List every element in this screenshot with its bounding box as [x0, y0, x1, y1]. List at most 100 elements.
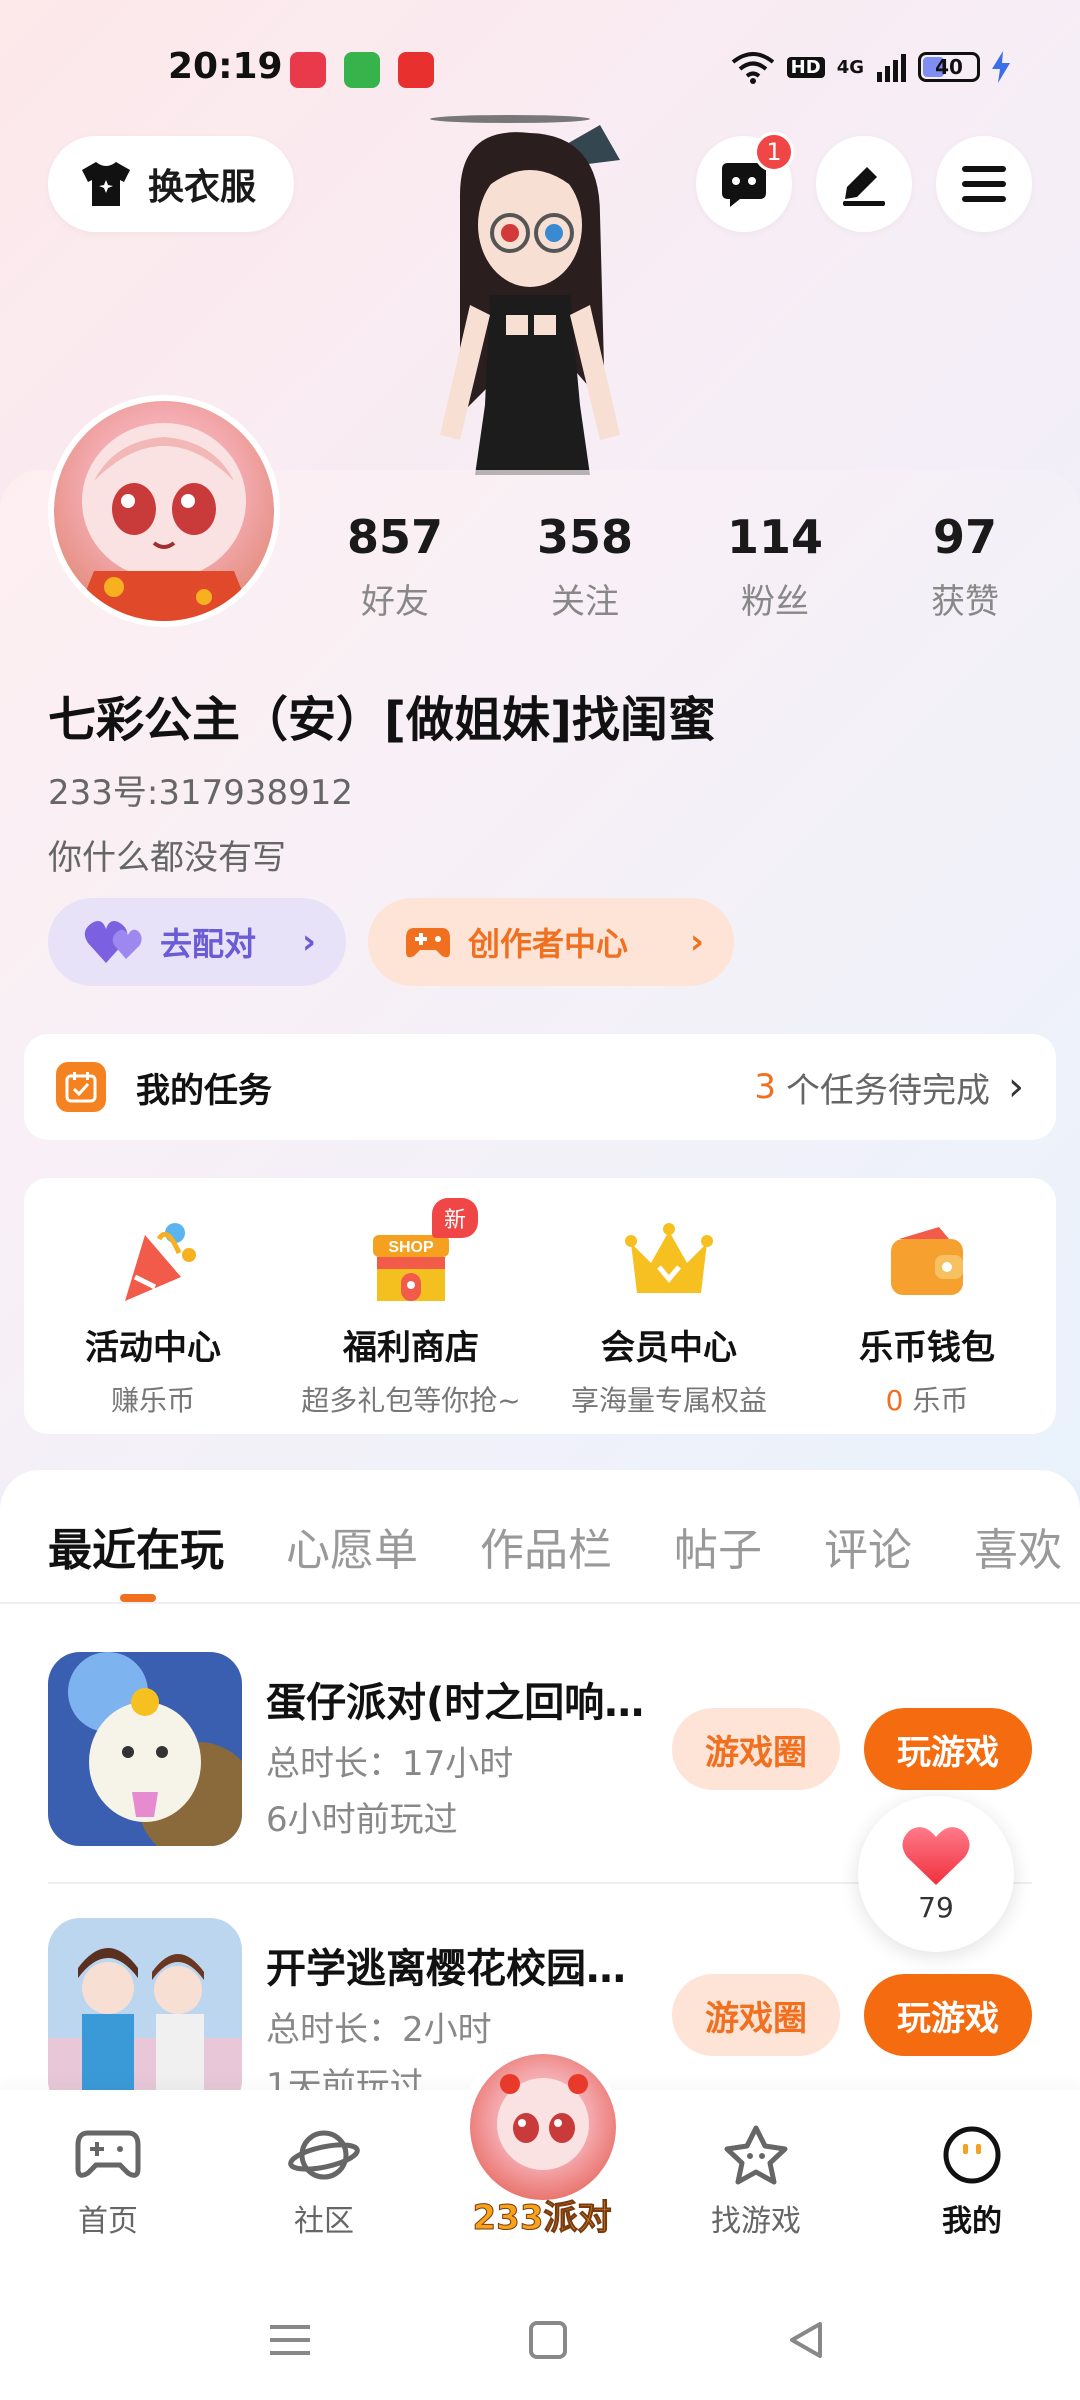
chevron-right-icon: › — [689, 922, 704, 962]
crown-icon — [625, 1223, 713, 1293]
planet-icon — [288, 2130, 360, 2180]
stat-label: 获赞 — [931, 582, 999, 622]
tasks-title: 我的任务 — [136, 1070, 272, 1111]
network-type: 4G — [836, 56, 864, 78]
avatar-3d-figure[interactable] — [420, 105, 660, 475]
menu-button[interactable] — [936, 136, 1032, 232]
stat-label: 粉丝 — [741, 582, 809, 622]
coin-wallet[interactable]: 乐币钱包 0 乐币 — [798, 1178, 1056, 1434]
stat-value: 114 — [726, 510, 824, 564]
new-badge: 新 — [432, 1198, 479, 1238]
nav-find-game[interactable]: 找游戏 — [686, 2120, 826, 2240]
bio: 你什么都没有写 — [48, 838, 286, 878]
divider — [0, 1602, 1080, 1604]
nav-mine[interactable]: 我的 — [902, 2120, 1042, 2240]
battery-text: 40 — [935, 55, 963, 79]
like-count: 79 — [918, 1890, 954, 1924]
feature-title: 会员中心 — [601, 1328, 737, 1368]
tab-recent[interactable]: 最近在玩 — [48, 1514, 224, 1578]
charging-icon — [992, 51, 1010, 83]
wallet-icon — [891, 1227, 963, 1295]
recents-button[interactable] — [260, 2310, 320, 2370]
status-time: 20:19 — [168, 46, 283, 87]
feature-title: 活动中心 — [85, 1328, 221, 1368]
game-circle-button[interactable]: 游戏圈 — [672, 1708, 840, 1790]
stat-value: 97 — [932, 510, 997, 564]
tasks-suffix: 个任务待完成 — [786, 1070, 990, 1111]
feature-sub: 赚乐币 — [110, 1384, 195, 1417]
outfit-button-label: 换衣服 — [148, 167, 257, 208]
stat-label: 关注 — [551, 582, 619, 622]
stat-value: 857 — [346, 510, 444, 564]
stat-following[interactable]: 358 关注 — [490, 510, 680, 623]
home-button[interactable] — [518, 2310, 578, 2370]
tab-likes[interactable]: 喜欢 — [974, 1514, 1062, 1578]
back-triangle-icon — [790, 2322, 822, 2358]
gamepad-icon — [406, 928, 450, 958]
stat-friends[interactable]: 857 好友 — [300, 510, 490, 623]
coin-unit: 乐币 — [903, 1384, 969, 1417]
play-game-button[interactable]: 玩游戏 — [864, 1974, 1032, 2056]
stat-value: 358 — [536, 510, 634, 564]
game-title: 开学逃离樱花校园… — [266, 1946, 626, 1992]
feature-sub: 超多礼包等你抢~ — [301, 1384, 521, 1417]
gamepad-icon — [75, 2130, 141, 2178]
signal-icon — [877, 54, 906, 82]
app-notification-icon — [344, 52, 380, 88]
shop-sign: SHOP — [388, 1239, 434, 1256]
game-last-played: 6小时前玩过 — [266, 1800, 458, 1840]
match-button[interactable]: 去配对 › — [48, 898, 346, 986]
heart-icon — [902, 1826, 970, 1885]
nav-home[interactable]: 首页 — [38, 2120, 178, 2240]
outfit-button[interactable]: 换衣服 — [48, 136, 294, 232]
tasks-pending: 3 个任务待完成 › — [754, 1063, 1024, 1112]
game-title: 蛋仔派对(时之回响… — [266, 1680, 645, 1726]
creator-center-label: 创作者中心 — [468, 925, 629, 963]
message-button[interactable]: 1 — [696, 132, 794, 232]
square-icon — [529, 2321, 567, 2359]
coin-count: 0 — [885, 1384, 904, 1417]
feature-grid: 活动中心 赚乐币 新 SHOP 福利商店 超多礼包等你抢~ 会员中心 享海量专属… — [24, 1178, 1056, 1434]
tab-comments[interactable]: 评论 — [824, 1514, 912, 1578]
vip-center[interactable]: 会员中心 享海量专属权益 — [540, 1178, 798, 1434]
user-id: 233号:317938912 — [48, 773, 354, 813]
heart-icon — [84, 921, 142, 963]
party-center-button[interactable] — [470, 2054, 616, 2200]
message-badge: 1 — [754, 132, 794, 172]
activity-center[interactable]: 活动中心 赚乐币 — [24, 1178, 282, 1434]
feature-sub: 0 乐币 — [798, 1379, 1056, 1419]
tasks-count: 3 — [754, 1067, 776, 1107]
stat-fans[interactable]: 114 粉丝 — [680, 510, 870, 623]
nav-label: 我的 — [942, 2204, 1002, 2239]
wifi-icon — [731, 52, 774, 84]
profile-face-icon — [943, 2126, 1001, 2184]
nav-label: 首页 — [78, 2204, 138, 2239]
play-game-button[interactable]: 玩游戏 — [864, 1708, 1032, 1790]
match-button-label: 去配对 — [160, 925, 257, 963]
tab-indicator — [120, 1594, 156, 1602]
nav-community[interactable]: 社区 — [254, 2120, 394, 2240]
avatar[interactable] — [48, 395, 280, 627]
shirt-icon — [82, 162, 130, 206]
feature-sub: 享海量专属权益 — [570, 1384, 767, 1417]
chevron-right-icon: › — [1008, 1064, 1024, 1110]
my-tasks[interactable]: 我的任务 3 个任务待完成 › — [24, 1034, 1056, 1140]
edit-icon — [843, 167, 885, 206]
tab-works[interactable]: 作品栏 — [480, 1514, 612, 1578]
nav-label: 找游戏 — [711, 2204, 801, 2239]
creator-center-button[interactable]: 创作者中心 › — [368, 898, 734, 986]
back-button[interactable] — [776, 2310, 836, 2370]
party-popper-icon — [125, 1223, 196, 1301]
menu-lines-icon — [270, 2325, 310, 2355]
welfare-shop[interactable]: 新 SHOP 福利商店 超多礼包等你抢~ — [282, 1178, 540, 1434]
game-circle-button[interactable]: 游戏圈 — [672, 1974, 840, 2056]
like-float-button[interactable]: 79 — [858, 1796, 1014, 1952]
content-tabs: 最近在玩 心愿单 作品栏 帖子 评论 喜欢 — [0, 1506, 1080, 1586]
game-thumbnail[interactable] — [48, 1918, 242, 2112]
edit-button[interactable] — [816, 136, 912, 232]
tab-wishlist[interactable]: 心愿单 — [286, 1514, 418, 1578]
stat-likes[interactable]: 97 获赞 — [870, 510, 1060, 623]
tab-posts[interactable]: 帖子 — [674, 1514, 762, 1578]
feature-title: 福利商店 — [343, 1328, 479, 1368]
game-thumbnail[interactable] — [48, 1652, 242, 1846]
